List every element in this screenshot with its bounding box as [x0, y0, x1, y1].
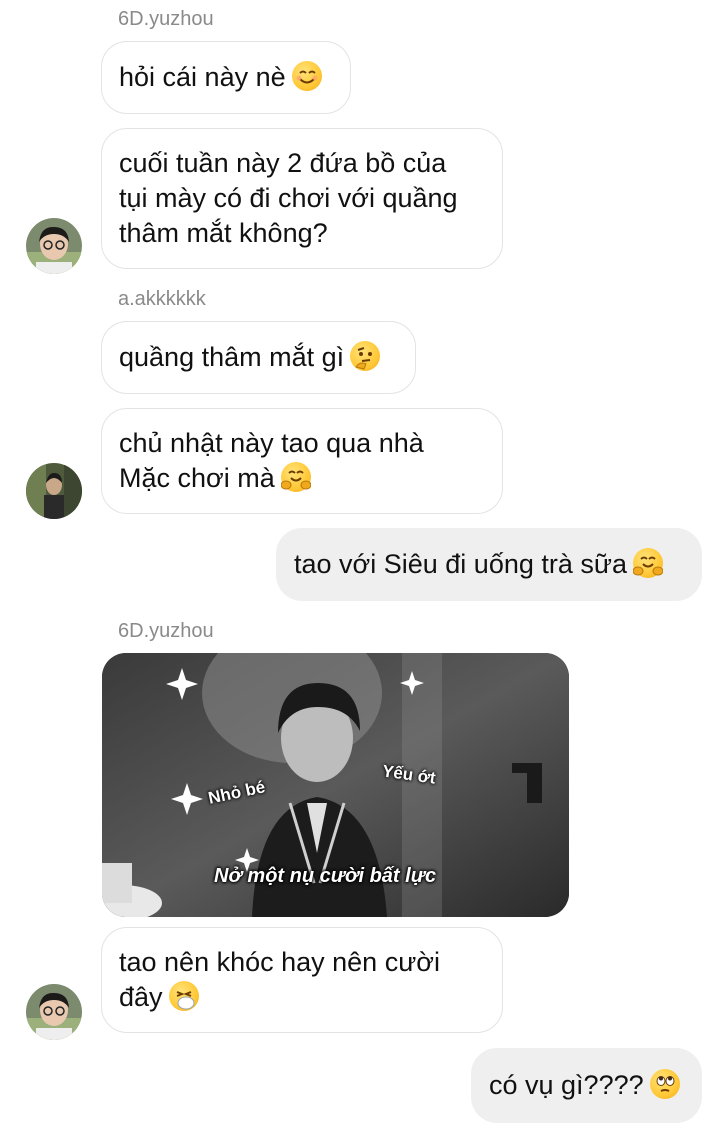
sneezing-face-icon: [168, 981, 199, 1011]
message-bubble[interactable]: quầng thâm mắt gì: [101, 321, 416, 394]
message-text: hỏi cái này nè: [119, 62, 286, 92]
message-bubble[interactable]: cuối tuần này 2 đứa bồ của tụi mày có đi…: [101, 128, 503, 269]
message-text: tao với Siêu đi uống trà sữa: [294, 549, 627, 579]
eye-roll-face-icon: [649, 1069, 680, 1099]
hugging-face-icon: [280, 462, 311, 492]
avatar[interactable]: [26, 463, 82, 519]
sender-name: 6D.yuzhou: [118, 620, 214, 642]
sender-name: 6D.yuzhou: [118, 8, 214, 30]
shared-image[interactable]: Nhỏ bé Yếu ớt Nở một nụ cười bất lực: [102, 653, 569, 917]
message-text: quầng thâm mắt gì: [119, 342, 345, 372]
outgoing-message-bubble[interactable]: có vụ gì????: [471, 1048, 702, 1123]
message-text-line: đây: [119, 982, 163, 1012]
message-text-line: thâm mắt không?: [119, 218, 328, 248]
sender-name: a.akkkkkk: [118, 288, 206, 310]
smiling-face-icon: [291, 61, 322, 91]
message-text-line: Mặc chơi mà: [119, 463, 275, 493]
avatar[interactable]: [26, 218, 82, 274]
message-bubble[interactable]: tao nên khóc hay nên cười đây: [101, 927, 503, 1033]
outgoing-message-bubble[interactable]: tao với Siêu đi uống trà sữa: [276, 528, 702, 601]
hugging-face-icon: [632, 548, 663, 578]
image-caption-bottom: Nở một nụ cười bất lực: [214, 865, 437, 887]
message-text-line: chủ nhật này tao qua nhà: [119, 428, 424, 458]
thinking-face-icon: [350, 341, 381, 371]
message-text-line: tao nên khóc hay nên cười: [119, 947, 440, 977]
message-text-line: cuối tuần này 2 đứa bồ của: [119, 148, 447, 178]
avatar[interactable]: [26, 984, 82, 1040]
message-text-line: tụi mày có đi chơi với quầng: [119, 183, 458, 213]
message-bubble[interactable]: chủ nhật này tao qua nhà Mặc chơi mà: [101, 408, 503, 514]
message-bubble[interactable]: hỏi cái này nè: [101, 41, 351, 114]
message-text: có vụ gì????: [489, 1070, 644, 1100]
